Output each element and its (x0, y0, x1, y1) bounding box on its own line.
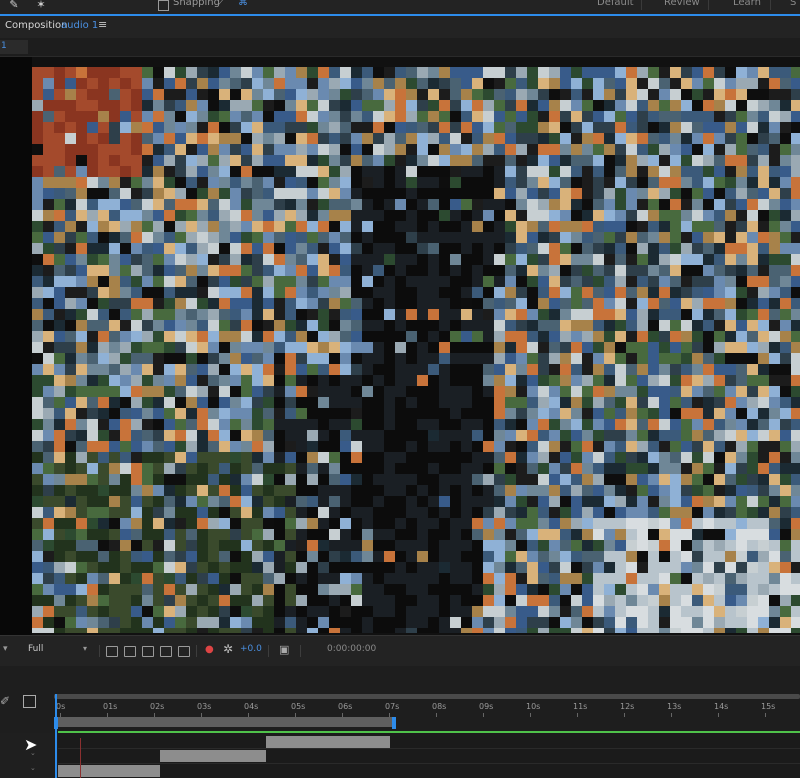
workspace-default[interactable]: Default (597, 0, 634, 8)
marker-line (80, 738, 81, 778)
ruler-tick (577, 713, 578, 717)
ruler-tick-label: 04s (244, 702, 259, 711)
current-time-indicator[interactable] (55, 694, 57, 778)
ruler-tick-label: 05s (291, 702, 306, 711)
ruler-tick (483, 713, 484, 717)
snapping-label[interactable]: Snapping (173, 0, 220, 8)
divider (99, 645, 100, 657)
panel-title[interactable]: Composition (5, 20, 67, 31)
ruler-tick (530, 713, 531, 717)
workspace-divider (770, 0, 771, 10)
work-area-bar[interactable] (58, 717, 393, 727)
composition-tab-label: 1 (1, 41, 7, 51)
workspace-review[interactable]: Review (664, 0, 700, 8)
layer-tracks[interactable] (58, 733, 800, 778)
composition-name[interactable]: audio 1 (61, 20, 98, 31)
chevron-down-icon[interactable]: ▾ (3, 644, 8, 654)
pen-icon[interactable]: ✎ (7, 0, 21, 12)
ruler-tick-label: 12s (620, 702, 635, 711)
chevron-down-icon[interactable]: ▾ (83, 644, 87, 653)
divider (268, 645, 269, 657)
ruler-tick (624, 713, 625, 717)
ruler-tick (718, 713, 719, 717)
fast-preview-icon[interactable]: ✲ (223, 642, 233, 656)
mouse-cursor-icon: ➤ (24, 735, 38, 754)
workspace-divider (641, 0, 642, 10)
workspace-learn[interactable]: Learn (733, 0, 761, 8)
ruler-tick (765, 713, 766, 717)
exposure-value[interactable]: +0.0 (240, 644, 262, 654)
chevron-down-icon[interactable]: ⌄ (30, 764, 36, 772)
snap-edges-icon[interactable]: ⟋ (218, 0, 225, 8)
ruler-tick-label: 06s (338, 702, 353, 711)
composition-panel-header: Composition audio 1 ≡ (0, 16, 800, 38)
puppet-pin-icon[interactable]: ✶ (34, 0, 48, 12)
snapshot-camera-icon[interactable]: ▣ (279, 643, 289, 656)
layer-row-divider (58, 748, 800, 749)
ruler-tick-label: 02s (150, 702, 165, 711)
top-toolbar: ✎ ✶ Snapping ⟋ ⌘ Default Review Learn S (0, 0, 800, 15)
ruler-tick-label: 01s (103, 702, 118, 711)
resolution-select[interactable]: Full (28, 644, 43, 654)
ruler-tick-label: 07s (385, 702, 400, 711)
workspace-more[interactable]: S (790, 0, 796, 8)
composition-tab[interactable]: 1 (0, 40, 28, 54)
ruler-tick (671, 713, 672, 717)
work-area-end-handle[interactable] (392, 717, 396, 729)
viewer-controls-bar: ▾ Full ▾ ● ✲ +0.0 ▣ 0:00:00:00 (0, 635, 800, 666)
divider (196, 645, 197, 657)
ruler-tick-label: 15s (761, 702, 776, 711)
layer-bar[interactable] (266, 736, 390, 748)
ruler-tick-label: 0s (56, 702, 66, 711)
ruler-tick-label: 11s (573, 702, 588, 711)
time-ruler[interactable]: 0s 01s 02s 03s 04s 05s 06s 07s 08s 09s 10s 11s 12s 13… (54, 699, 800, 717)
workspace-divider (708, 0, 709, 10)
snapping-checkbox[interactable] (158, 0, 169, 11)
pen-icon[interactable]: ✐ (0, 694, 10, 708)
divider (300, 645, 301, 657)
panel-menu-icon[interactable]: ≡ (98, 18, 107, 31)
snap-feather-icon[interactable]: ⌘ (238, 0, 248, 8)
current-timecode[interactable]: 0:00:00:00 (327, 644, 376, 654)
glitch-mosaic-image (32, 67, 800, 633)
ruler-tick-label: 13s (667, 702, 682, 711)
ruler-tick (436, 713, 437, 717)
graph-editor-icon[interactable] (23, 695, 36, 708)
ruler-tick-label: 09s (479, 702, 494, 711)
ruler-tick-label: 03s (197, 702, 212, 711)
mask-path-icon[interactable] (142, 646, 154, 657)
view-options-icon[interactable] (178, 646, 190, 657)
glitch-video-frame (32, 67, 800, 633)
layer-bar[interactable] (58, 765, 160, 777)
layer-bar[interactable] (160, 750, 266, 762)
ruler-tick-label: 10s (526, 702, 541, 711)
layer-row-divider (58, 763, 800, 764)
viewer-pasteboard (0, 57, 32, 635)
transparency-grid-icon[interactable] (124, 646, 136, 657)
region-of-interest-icon[interactable] (106, 646, 118, 657)
ruler-tick-label: 08s (432, 702, 447, 711)
guides-icon[interactable] (160, 646, 172, 657)
color-channel-icon[interactable]: ● (205, 644, 214, 655)
ruler-tick-label: 14s (714, 702, 729, 711)
composition-viewer[interactable] (0, 57, 800, 635)
